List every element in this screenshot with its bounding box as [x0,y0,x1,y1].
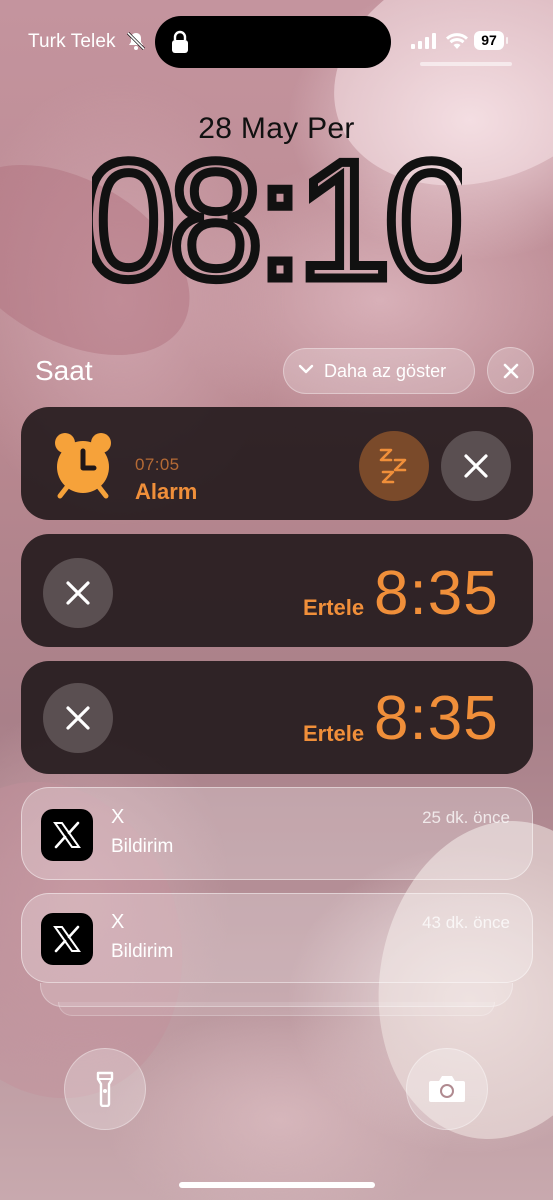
chevron-down-icon [298,362,314,380]
lock-time-text: 08:10 [92,140,462,290]
camera-icon [429,1076,465,1102]
notification-stack-layer [40,983,513,1007]
close-icon [464,454,488,478]
close-icon [66,706,90,730]
camera-button[interactable] [406,1048,488,1130]
alarm-label: Alarm [135,479,198,504]
notification-card[interactable]: X Bildirim 25 dk. önce [21,787,533,880]
clear-group-button[interactable] [487,347,534,394]
bell-slash-icon [126,31,146,56]
control-center-indicator[interactable] [420,62,512,66]
status-bar: Turk Telek 97 [0,0,553,80]
battery-icon: 97 [474,31,508,50]
show-less-label: Daha az göster [324,360,447,381]
lock-time-clock: 08:10 [92,140,462,290]
home-indicator[interactable] [179,1182,375,1188]
notification-body: Bildirim [111,941,174,962]
lock-icon [170,30,190,59]
notification-body: Bildirim [111,836,174,857]
wifi-icon [446,32,468,55]
close-icon [66,581,90,605]
signal-icon [411,33,437,54]
notification-time: 43 dk. önce [422,913,510,932]
alarm-time: 07:05 [135,455,180,474]
snooze-dismiss-button[interactable] [43,683,113,753]
snooze-label: Ertele [303,595,365,620]
snooze-time: 8:35 [374,559,499,628]
notification-card[interactable]: X Bildirim 43 dk. önce [21,893,533,983]
carrier-label: Turk Telek [28,31,116,52]
close-icon [503,363,518,378]
snooze-button[interactable] [359,431,429,501]
show-less-button[interactable]: Daha az göster [283,348,475,394]
lock-time: 08:10 [0,140,553,295]
alarm-stop-button[interactable] [441,431,511,501]
snooze-label: Ertele [303,721,365,746]
notification-group-title: Saat [35,355,93,386]
x-app-icon [41,913,93,965]
alarm-card[interactable]: 07:05 Alarm [21,407,533,520]
x-app-icon [41,809,93,861]
snooze-time: 8:35 [374,684,499,753]
flashlight-icon [96,1071,114,1107]
flashlight-button[interactable] [64,1048,146,1130]
notification-time: 25 dk. önce [422,808,510,827]
snooze-card[interactable]: Ertele 8:35 [21,534,533,647]
alarm-clock-icon [51,429,115,504]
snooze-dismiss-button[interactable] [43,558,113,628]
notification-app-name: X [111,806,125,828]
snooze-zzz-icon [379,448,407,484]
notification-app-name: X [111,911,125,933]
dynamic-island [155,16,391,68]
snooze-card[interactable]: Ertele 8:35 [21,661,533,774]
